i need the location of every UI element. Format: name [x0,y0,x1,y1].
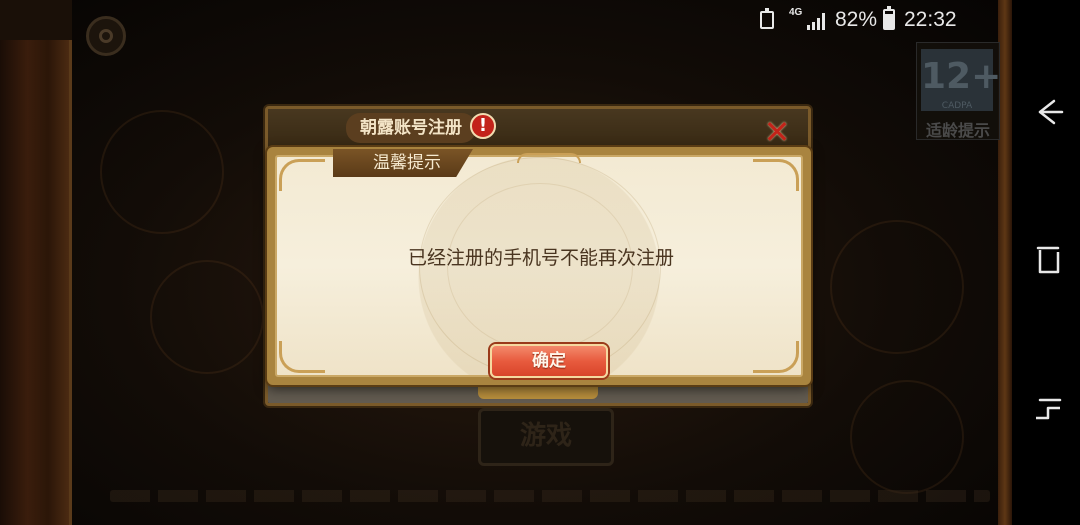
age-rating-sub: CADPA [941,101,973,111]
background-decoration [100,110,224,234]
background-decoration [850,380,964,494]
corner-ornament [279,341,325,373]
home-icon[interactable] [1028,392,1068,424]
corner-ornament [753,159,799,191]
register-panel-button-edge [478,385,598,399]
notice-dialog: 已经注册的手机号不能再次注册 确定 温馨提示 [267,147,811,385]
background-footer-text [110,490,990,502]
warning-icon[interactable]: ! [470,113,496,139]
back-icon[interactable] [1028,96,1068,128]
age-rating-badge: 12+ CADPA 适龄提示 [916,42,1001,140]
dialog-title: 温馨提示 [333,149,473,177]
corner-ornament [753,341,799,373]
age-rating-label: 适龄提示 [925,121,990,140]
screen: 12+ CADPA 适龄提示 游戏 朝露账号注册 ! ✕ 已经注册的手机号不能再… [0,0,1080,525]
battery-icon [883,6,895,30]
corner-ornament [279,159,325,191]
dialog-message: 已经注册的手机号不能再次注册 [407,247,674,269]
confirm-button[interactable]: 确定 [490,344,608,378]
signal-icon [807,13,825,30]
navigation-bar [1016,0,1080,525]
top-ornament [517,153,581,163]
close-icon[interactable]: ✕ [762,116,792,149]
network-type: 4G [789,7,803,18]
register-panel-title: 朝露账号注册 [346,113,476,143]
status-bar: 4G 82% 22:32 [0,0,1010,40]
battery-saver-icon [760,8,774,29]
background-decoration [150,260,264,374]
game-emblem: 游戏 [478,408,614,466]
dialog-body: 已经注册的手机号不能再次注册 确定 [275,153,803,378]
recent-apps-icon[interactable] [1028,242,1068,278]
left-wood-frame [0,0,72,525]
background-decoration [830,220,964,354]
battery-percentage: 82% [835,8,878,31]
clock: 22:32 [904,8,957,31]
